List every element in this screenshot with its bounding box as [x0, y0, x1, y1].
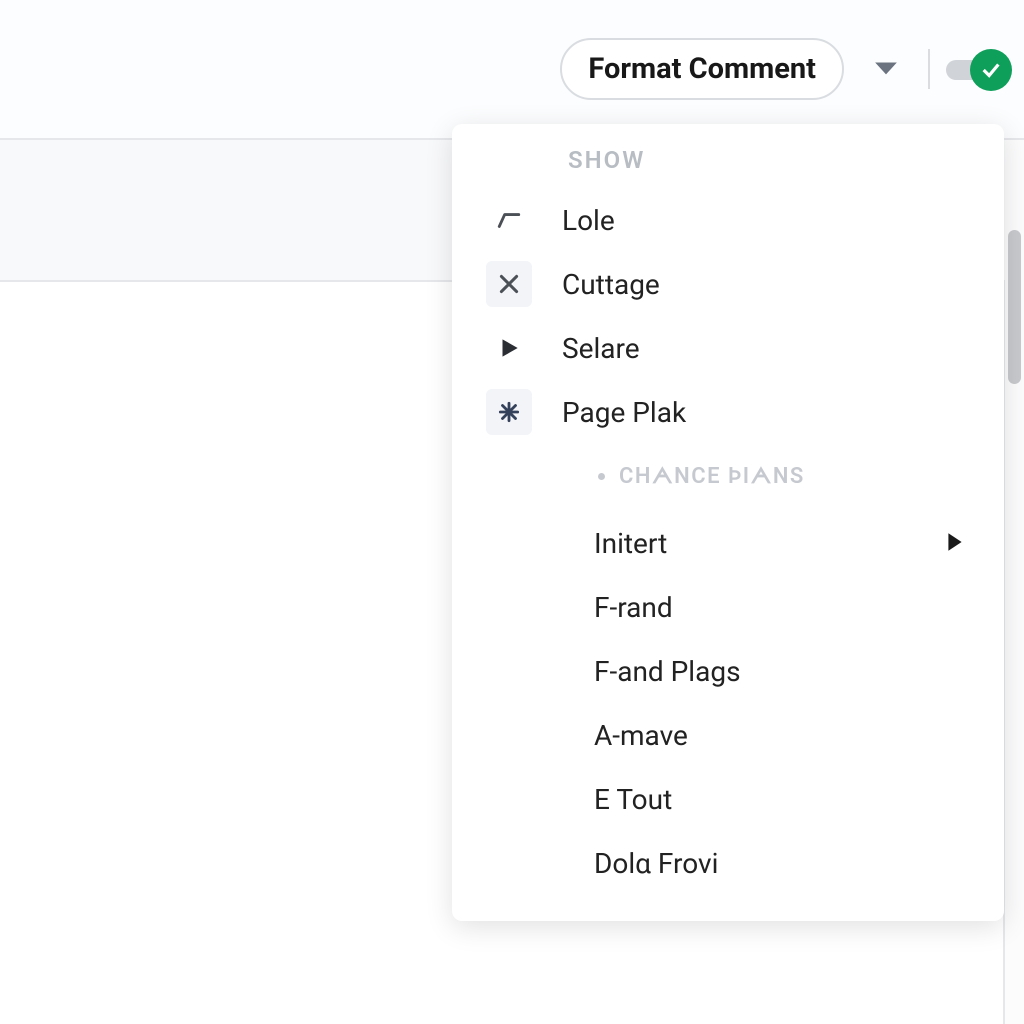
- close-x-icon: [486, 261, 532, 307]
- toggle-knob-check-icon: [970, 49, 1012, 91]
- vertical-scrollbar[interactable]: [1005, 140, 1024, 1024]
- top-toolbar: Format Comment: [0, 0, 1024, 140]
- menu-item-page-plak[interactable]: Page Plak: [452, 380, 1004, 444]
- menu-item-selare[interactable]: Selare: [452, 316, 1004, 380]
- menu-item-frand[interactable]: F-rand: [452, 575, 1004, 639]
- menu-item-dola-frovi[interactable]: Dolα Frovi: [452, 831, 1004, 895]
- menu-item-label: Page Plak: [562, 396, 686, 429]
- toolbar-dropdown-caret[interactable]: [864, 47, 908, 91]
- menu-section-header-chance-label: CHᗅNCE ÞIᗅNS: [619, 464, 805, 489]
- menu-item-label: Initert: [594, 527, 667, 560]
- play-triangle-icon: [486, 325, 532, 371]
- sync-toggle[interactable]: [950, 48, 1006, 90]
- menu-item-label: F-rand: [594, 591, 673, 624]
- menu-section-header-chance: CHᗅNCE ÞIᗅNS: [452, 464, 1004, 489]
- menu-item-amave[interactable]: A-mave: [452, 703, 1004, 767]
- menu-item-cuttage[interactable]: Cuttage: [452, 252, 1004, 316]
- format-comment-label: Format Comment: [588, 52, 816, 86]
- scrollbar-thumb[interactable]: [1008, 230, 1021, 384]
- submenu-caret-right-icon: [946, 527, 964, 560]
- app-root: Format Comment SHOW Lole: [0, 0, 1024, 1024]
- menu-item-label: A-mave: [594, 719, 688, 752]
- menu-item-label: Selare: [562, 332, 640, 365]
- asterisk-icon: [486, 389, 532, 435]
- menu-item-label: E Tout: [594, 783, 672, 816]
- menu-item-label: F-and Plags: [594, 655, 741, 688]
- menu-item-label: Dolα Frovi: [594, 847, 718, 880]
- menu-item-fand-plags[interactable]: F-and Plags: [452, 639, 1004, 703]
- menu-item-label: Cuttage: [562, 268, 660, 301]
- format-dropdown-menu: SHOW Lole Cuttage Selare: [452, 124, 1004, 921]
- bullet-dot-icon: [598, 473, 605, 480]
- format-comment-button[interactable]: Format Comment: [560, 38, 844, 100]
- menu-section-header-show: SHOW: [452, 146, 1004, 174]
- toolbar-divider: [928, 49, 930, 89]
- ruler-icon: [486, 197, 532, 243]
- menu-item-etout[interactable]: E Tout: [452, 767, 1004, 831]
- menu-item-initert[interactable]: Initert: [452, 511, 1004, 575]
- caret-down-icon: [873, 59, 899, 79]
- menu-item-lole[interactable]: Lole: [452, 188, 1004, 252]
- menu-item-label: Lole: [562, 204, 615, 237]
